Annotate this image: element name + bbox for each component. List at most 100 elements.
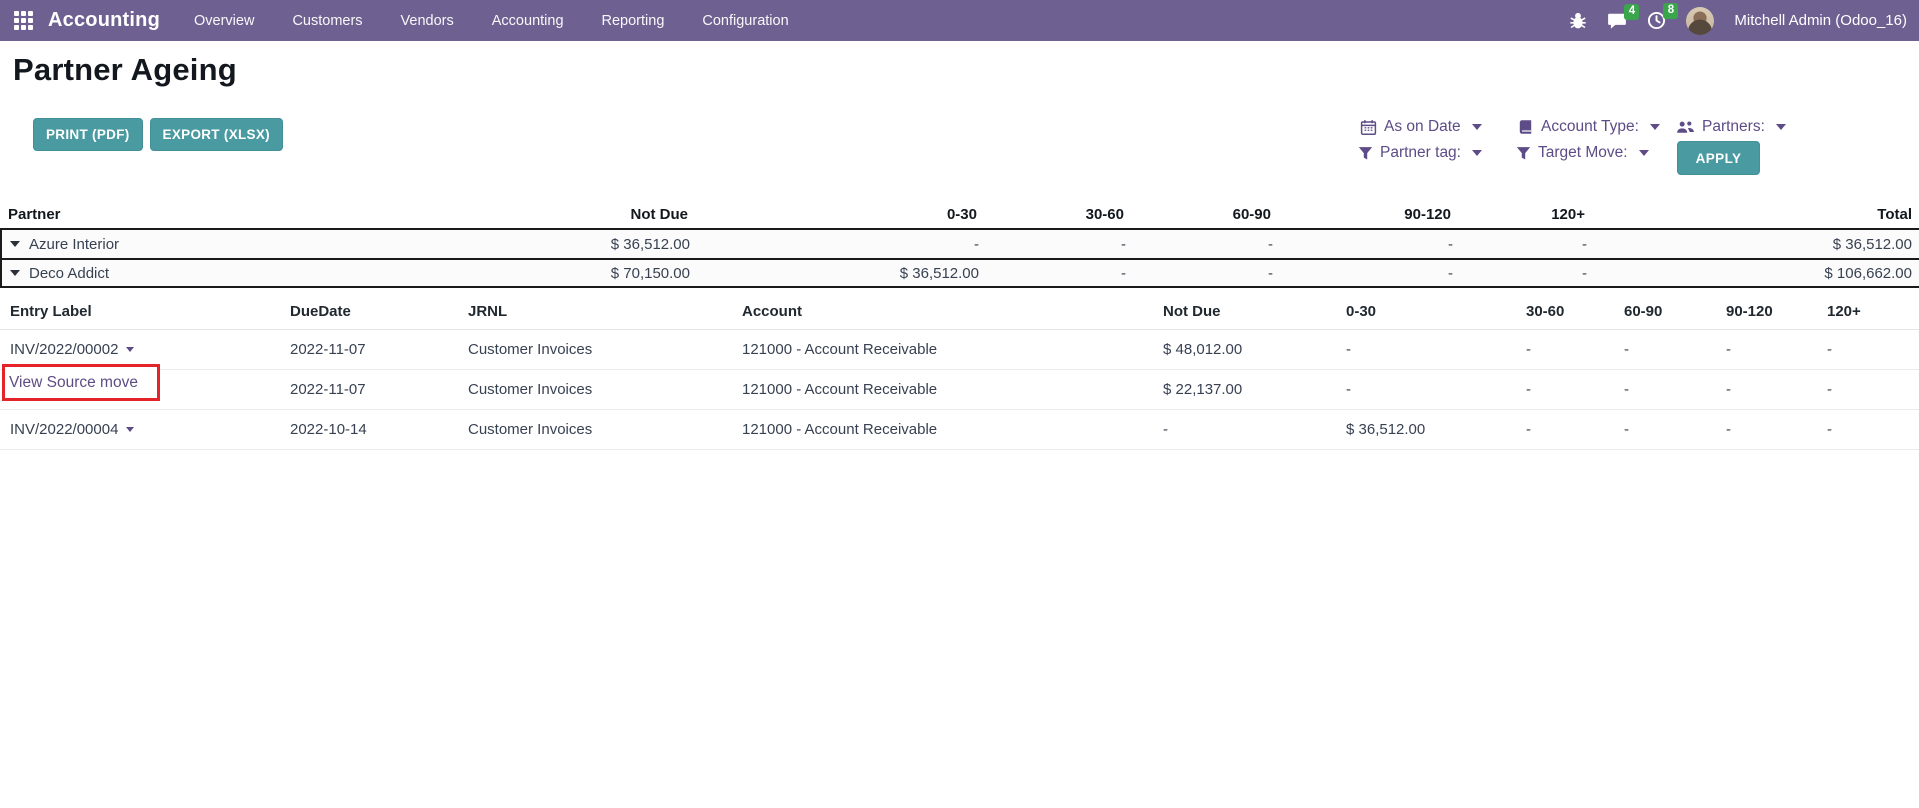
col-entry-label: Entry Label (10, 303, 290, 320)
entry-label-link[interactable]: INV/2022/00002 (10, 341, 290, 358)
cell-90-120: - (1726, 341, 1827, 358)
col-not-due: Not Due (1163, 303, 1346, 320)
annotation-highlight-box: View Source move (2, 364, 160, 401)
bug-icon[interactable] (1569, 12, 1587, 30)
cell-jrnl: Customer Invoices (468, 421, 742, 438)
col-jrnl: JRNL (468, 303, 742, 320)
partner-name: Azure Interior (29, 236, 119, 253)
cell-due-date: 2022-11-07 (290, 381, 468, 398)
filter-partners-label: Partners: (1702, 118, 1765, 136)
funnel-icon (1516, 146, 1531, 161)
cell-0-30: $ 36,512.00 (692, 265, 981, 282)
filter-partner-tag-label: Partner tag: (1380, 144, 1461, 162)
cell-not-due: $ 36,512.00 (362, 236, 692, 253)
col-30-60: 30-60 (979, 206, 1126, 223)
entry-row-2: 2022-11-07 Customer Invoices 121000 - Ac… (0, 370, 1919, 410)
cell-not-due: - (1163, 421, 1346, 438)
filter-partner-tag[interactable]: Partner tag: (1358, 144, 1482, 162)
apply-button[interactable]: APPLY (1677, 141, 1760, 175)
col-60-90: 60-90 (1624, 303, 1726, 320)
chevron-down-icon (1639, 150, 1649, 156)
cell-30-60: - (1526, 421, 1624, 438)
cell-jrnl: Customer Invoices (468, 381, 742, 398)
messages-count-badge: 4 (1624, 4, 1639, 20)
chevron-down-icon (1472, 124, 1482, 130)
filter-account-type[interactable]: Account Type: (1518, 118, 1660, 136)
entry-row-3: INV/2022/00004 2022-10-14 Customer Invoi… (0, 410, 1919, 450)
entry-row-1: INV/2022/00002 2022-11-07 Customer Invoi… (0, 330, 1919, 370)
top-navigation: Overview Customers Vendors Accounting Re… (194, 13, 789, 29)
cell-60-90: - (1624, 421, 1726, 438)
apps-grid-icon[interactable] (14, 11, 34, 31)
filter-as-on-date[interactable]: As on Date (1360, 118, 1482, 136)
cell-90-120: - (1275, 236, 1455, 253)
cell-60-90: - (1128, 236, 1275, 253)
cell-30-60: - (1526, 341, 1624, 358)
col-30-60: 30-60 (1526, 303, 1624, 320)
cell-60-90: - (1624, 341, 1726, 358)
nav-reporting[interactable]: Reporting (602, 13, 665, 29)
activities-count-badge: 8 (1663, 3, 1678, 19)
expand-caret-icon (10, 270, 20, 276)
cell-account: 121000 - Account Receivable (742, 421, 1163, 438)
nav-vendors[interactable]: Vendors (401, 13, 454, 29)
cell-30-60: - (981, 265, 1128, 282)
partner-table-header: Partner Not Due 0-30 30-60 60-90 90-120 … (0, 201, 1919, 228)
view-source-move-menu-item[interactable]: View Source move (5, 374, 138, 392)
cell-not-due: $ 48,012.00 (1163, 341, 1346, 358)
partner-row-azure-interior[interactable]: Azure Interior $ 36,512.00 - - - - - $ 3… (0, 228, 1919, 258)
expand-caret-icon (10, 241, 20, 247)
nav-overview[interactable]: Overview (194, 13, 254, 29)
col-0-30: 0-30 (1346, 303, 1526, 320)
col-due-date: DueDate (290, 303, 468, 320)
page-title: Partner Ageing (13, 52, 237, 88)
col-90-120: 90-120 (1726, 303, 1827, 320)
app-brand[interactable]: Accounting (48, 9, 160, 32)
cell-account: 121000 - Account Receivable (742, 381, 1163, 398)
entry-label-text: INV/2022/00002 (10, 341, 118, 358)
entry-label-text: INV/2022/00004 (10, 421, 118, 438)
cell-30-60: - (1526, 381, 1624, 398)
cell-120-plus: - (1827, 421, 1919, 438)
filter-target-move[interactable]: Target Move: (1516, 144, 1649, 162)
nav-configuration[interactable]: Configuration (702, 13, 788, 29)
chevron-down-icon (1472, 150, 1482, 156)
cell-account: 121000 - Account Receivable (742, 341, 1163, 358)
cell-120-plus: - (1455, 236, 1589, 253)
user-name[interactable]: Mitchell Admin (Odoo_16) (1734, 12, 1907, 29)
activities-clock-icon[interactable]: 8 (1647, 11, 1666, 30)
filter-target-move-label: Target Move: (1538, 144, 1628, 162)
funnel-icon (1358, 146, 1373, 161)
export-xlsx-button[interactable]: EXPORT (XLSX) (150, 118, 283, 151)
nav-accounting[interactable]: Accounting (492, 13, 564, 29)
col-60-90: 60-90 (1126, 206, 1273, 223)
print-pdf-button[interactable]: PRINT (PDF) (33, 118, 143, 151)
user-avatar[interactable] (1686, 7, 1714, 35)
col-not-due: Not Due (360, 206, 690, 223)
partner-ageing-table: Partner Not Due 0-30 30-60 60-90 90-120 … (0, 201, 1919, 288)
partner-row-deco-addict[interactable]: Deco Addict $ 70,150.00 $ 36,512.00 - - … (0, 258, 1919, 288)
cell-0-30: - (1346, 341, 1526, 358)
cell-due-date: 2022-11-07 (290, 341, 468, 358)
chevron-down-icon (1776, 124, 1786, 130)
nav-customers[interactable]: Customers (292, 13, 362, 29)
messages-icon[interactable]: 4 (1607, 12, 1627, 30)
col-partner: Partner (0, 206, 360, 223)
users-icon (1676, 119, 1695, 135)
partner-expand-cell[interactable]: Azure Interior (2, 236, 362, 253)
partner-expand-cell[interactable]: Deco Addict (2, 265, 362, 282)
entry-label-link[interactable]: INV/2022/00004 (10, 421, 290, 438)
cell-0-30: - (692, 236, 981, 253)
cell-jrnl: Customer Invoices (468, 341, 742, 358)
col-0-30: 0-30 (690, 206, 979, 223)
filter-partners[interactable]: Partners: (1676, 118, 1786, 136)
report-action-buttons: PRINT (PDF) EXPORT (XLSX) (33, 118, 283, 151)
partner-name: Deco Addict (29, 265, 109, 282)
cell-30-60: - (981, 236, 1128, 253)
entry-table-header: Entry Label DueDate JRNL Account Not Due… (0, 293, 1919, 330)
col-120-plus: 120+ (1827, 303, 1919, 320)
cell-90-120: - (1726, 421, 1827, 438)
cell-due-date: 2022-10-14 (290, 421, 468, 438)
chevron-down-icon (126, 347, 134, 352)
cell-not-due: $ 70,150.00 (362, 265, 692, 282)
